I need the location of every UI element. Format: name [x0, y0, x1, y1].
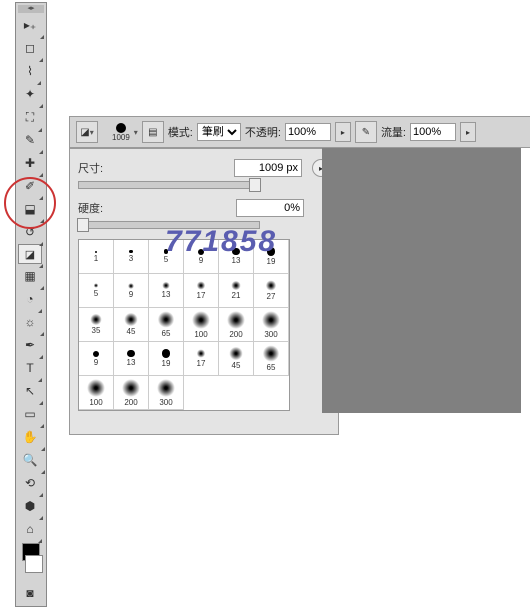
history-brush-tool[interactable]: ↺: [18, 221, 42, 243]
brush-preset[interactable]: 27: [254, 274, 289, 308]
brush-preset[interactable]: 21: [219, 274, 254, 308]
hand-tool[interactable]: ✋: [18, 426, 42, 448]
brush-preset[interactable]: 5: [149, 240, 184, 274]
dodge-tool[interactable]: ☼: [18, 311, 42, 333]
hardness-input[interactable]: [236, 199, 304, 217]
hardness-label: 硬度:: [78, 200, 128, 216]
brush-preset[interactable]: 45: [114, 308, 149, 342]
opacity-label: 不透明:: [245, 124, 281, 140]
gradient-tool[interactable]: ▦: [18, 265, 42, 287]
brush-preset-picker[interactable]: 1009: [112, 123, 130, 142]
eraser-tool[interactable]: ◪: [18, 244, 42, 264]
brush-preset[interactable]: 3: [114, 240, 149, 274]
brush-preset[interactable]: 19: [149, 342, 184, 376]
background-color[interactable]: [25, 555, 43, 573]
brush-preset[interactable]: 65: [254, 342, 289, 376]
palette-grip[interactable]: ◂▸: [18, 5, 44, 13]
brush-preset-grid: 1359131959131721273545651002003009131917…: [78, 239, 290, 411]
brush-preset[interactable]: 13: [219, 240, 254, 274]
opacity-stepper[interactable]: ▸: [335, 122, 351, 142]
stamp-tool[interactable]: ⬓: [18, 198, 42, 220]
brush-preset[interactable]: 19: [254, 240, 289, 274]
brush-preset[interactable]: 5: [79, 274, 114, 308]
size-input[interactable]: [234, 159, 302, 177]
blur-tool[interactable]: ◔: [18, 288, 42, 310]
brush-preset[interactable]: 1: [79, 240, 114, 274]
path-tool[interactable]: ↖: [18, 380, 42, 402]
flow-input[interactable]: [410, 123, 456, 141]
shape-tool[interactable]: ▭: [18, 403, 42, 425]
opacity-input[interactable]: [285, 123, 331, 141]
type-tool[interactable]: T: [18, 357, 42, 379]
brush-preset[interactable]: 17: [184, 342, 219, 376]
pen-tool[interactable]: ✒: [18, 334, 42, 356]
canvas-area[interactable]: [322, 148, 521, 413]
brush-panel-toggle[interactable]: ▤: [142, 121, 164, 143]
tool-preset-picker[interactable]: ◪▾: [76, 121, 98, 143]
brush-tool[interactable]: ✐: [18, 175, 42, 197]
size-slider[interactable]: [78, 181, 260, 189]
brush-preset[interactable]: 100: [79, 376, 114, 410]
brush-preset[interactable]: 100: [184, 308, 219, 342]
quickmask-toggle[interactable]: ◙: [18, 582, 42, 604]
zoom-tool[interactable]: 🔍: [18, 449, 42, 471]
brush-preset[interactable]: 300: [254, 308, 289, 342]
mode-select[interactable]: 筆刷: [197, 123, 241, 141]
brush-preset[interactable]: 9: [114, 274, 149, 308]
marquee-tool[interactable]: ◻: [18, 37, 42, 59]
brush-preset[interactable]: 65: [149, 308, 184, 342]
tablet-opacity-toggle[interactable]: ✎: [355, 121, 377, 143]
dropdown-icon[interactable]: ▾: [134, 128, 138, 137]
brush-preset[interactable]: 300: [149, 376, 184, 410]
brush-preset[interactable]: 17: [184, 274, 219, 308]
crop-tool[interactable]: ⛶: [18, 106, 42, 128]
brush-preset[interactable]: 13: [114, 342, 149, 376]
size-label: 尺寸:: [78, 160, 128, 176]
options-bar: ◪▾ 1009 ▾ ▤ 模式: 筆刷 不透明: ▸ ✎ 流量: ▸: [69, 116, 530, 148]
flow-stepper[interactable]: ▸: [460, 122, 476, 142]
flow-label: 流量:: [381, 124, 406, 140]
brush-preset[interactable]: 9: [184, 240, 219, 274]
hardness-slider[interactable]: [78, 221, 260, 229]
wand-tool[interactable]: ✦: [18, 83, 42, 105]
brush-preset[interactable]: 9: [79, 342, 114, 376]
lasso-tool[interactable]: ⌇: [18, 60, 42, 82]
rotate-tool[interactable]: ⟲: [18, 472, 42, 494]
brush-preset[interactable]: 200: [114, 376, 149, 410]
eyedropper-tool[interactable]: ✎: [18, 129, 42, 151]
brush-preset[interactable]: 45: [219, 342, 254, 376]
color-swatches[interactable]: [18, 543, 44, 573]
heal-tool[interactable]: ✚: [18, 152, 42, 174]
3d-tool[interactable]: ⬢: [18, 495, 42, 517]
brush-settings-panel: 尺寸: ▸ 硬度: 135913195913172127354565100200…: [69, 148, 339, 435]
mode-label: 模式:: [168, 124, 193, 140]
brush-preset[interactable]: 35: [79, 308, 114, 342]
tool-palette: ◂▸ ▸₊ ◻ ⌇ ✦ ⛶ ✎ ✚ ✐ ⬓ ↺ ◪ ▦ ◔ ☼ ✒ T ↖ ▭ …: [15, 2, 47, 607]
brush-preset[interactable]: 13: [149, 274, 184, 308]
brush-preset[interactable]: 200: [219, 308, 254, 342]
move-tool[interactable]: ▸₊: [18, 14, 42, 36]
